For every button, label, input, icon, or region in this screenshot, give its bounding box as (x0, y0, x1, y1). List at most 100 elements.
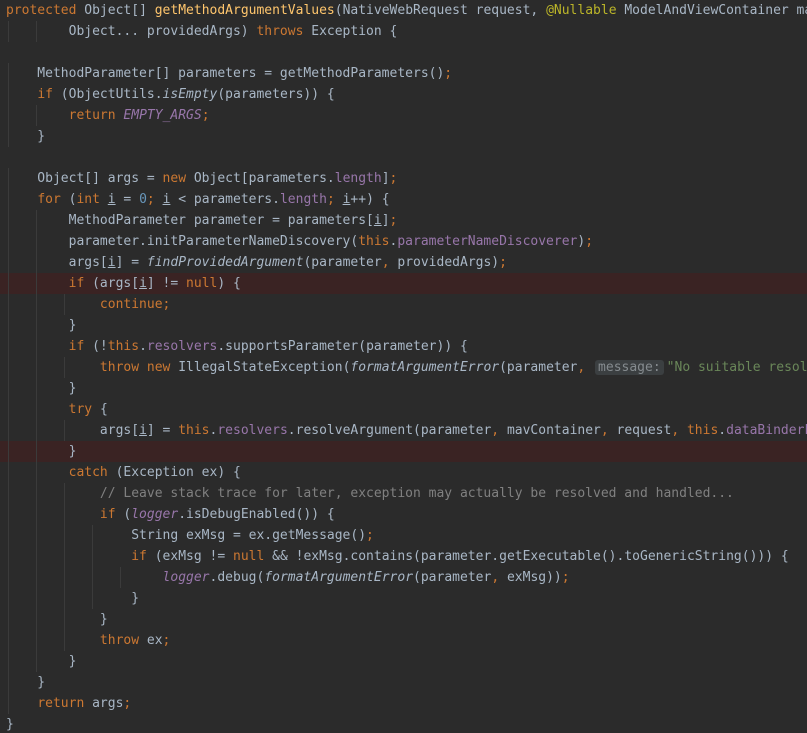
code-token: request (616, 423, 672, 438)
code-line[interactable]: continue; (0, 294, 807, 315)
code-line[interactable]: if (logger.isDebugEnabled()) { (0, 504, 807, 525)
code-token: ; (162, 633, 171, 648)
code-line[interactable] (0, 42, 807, 63)
code-line[interactable]: } (0, 651, 807, 672)
code-line[interactable]: } (0, 126, 807, 147)
code-token: && !exMsg.contains(parameter.getExecutab… (272, 549, 789, 564)
code-token: ] (381, 171, 390, 186)
code-token: String exMsg = ex.getMessage() (6, 528, 367, 543)
code-token: Object[] args = (6, 171, 163, 186)
code-line[interactable]: } (0, 609, 807, 630)
code-line[interactable]: logger.debug(formatArgumentError(paramet… (0, 567, 807, 588)
code-text: } (0, 129, 45, 144)
code-line[interactable]: // Leave stack trace for later, exceptio… (0, 483, 807, 504)
code-token: IllegalStateException( (178, 360, 351, 375)
code-line[interactable]: if (args[i] != null) { (0, 273, 807, 294)
code-token: ; (389, 171, 398, 186)
code-text: } (0, 591, 139, 606)
code-token: resolvers (146, 339, 218, 354)
code-token: ++) { (350, 192, 390, 207)
code-line[interactable]: return EMPTY_ARGS; (0, 105, 807, 126)
code-token: mavContainer (506, 423, 601, 438)
code-line[interactable]: args[i] = findProvidedArgument(parameter… (0, 252, 807, 273)
code-token: for (37, 192, 69, 207)
code-token: throws (256, 24, 312, 39)
code-token: (ObjectUtils. (60, 87, 163, 102)
code-token: isEmpty (162, 87, 218, 102)
code-token: if (37, 87, 61, 102)
code-text: } (0, 654, 77, 669)
code-token: return (68, 108, 124, 123)
code-line[interactable]: for (int i = 0; i < parameters.length; i… (0, 189, 807, 210)
code-token: ] = (146, 423, 179, 438)
code-text: if (logger.isDebugEnabled()) { (0, 507, 335, 522)
code-token: , (381, 255, 398, 270)
code-line[interactable]: return args; (0, 693, 807, 714)
code-text: catch (Exception ex) { (0, 465, 241, 480)
code-token: (Exception ex) { (115, 465, 241, 480)
code-line[interactable]: throw new IllegalStateException(formatAr… (0, 357, 807, 378)
code-token: null (186, 276, 218, 291)
code-token: } (6, 318, 77, 333)
code-line[interactable]: if (exMsg != null && !exMsg.contains(par… (0, 546, 807, 567)
code-token: ; (146, 192, 163, 207)
code-token: (parameter (499, 360, 578, 375)
code-line[interactable]: args[i] = this. resolvers.resolveArgument… (0, 420, 807, 441)
code-line[interactable]: if (!this.resolvers.supportsParameter(pa… (0, 336, 807, 357)
code-token: ; (123, 696, 132, 711)
code-line[interactable]: } (0, 588, 807, 609)
code-line[interactable]: MethodParameter parameter = parameters[i… (0, 210, 807, 231)
code-line[interactable]: Object... providedArgs) throws Exception… (0, 21, 807, 42)
code-line[interactable]: Object[] args = new Object[parameters.le… (0, 168, 807, 189)
code-token: i (373, 213, 382, 228)
code-line[interactable] (0, 147, 807, 168)
code-line[interactable]: String exMsg = ex.getMessage(); (0, 525, 807, 546)
code-token: catch (68, 465, 116, 480)
code-line[interactable]: MethodParameter[] parameters = getMethod… (0, 63, 807, 84)
parameter-hint: message: (595, 360, 664, 375)
code-token: ; (326, 192, 343, 207)
code-line[interactable]: throw ex; (0, 630, 807, 651)
code-token: args[ (6, 423, 140, 438)
code-token: . (718, 423, 727, 438)
code-token: length (279, 192, 327, 207)
code-token: logger (131, 507, 179, 522)
code-line[interactable]: } (0, 441, 807, 462)
code-line[interactable]: } (0, 315, 807, 336)
code-token: 0 (139, 192, 147, 207)
code-token: formatArgumentError (350, 360, 500, 375)
code-token: .debug( (209, 570, 265, 585)
code-token: EMPTY_ARGS (123, 108, 202, 123)
code-line[interactable]: if (ObjectUtils.isEmpty(parameters)) { (0, 84, 807, 105)
code-token: .supportsParameter(parameter)) { (217, 339, 468, 354)
code-line[interactable]: } (0, 672, 807, 693)
code-line[interactable]: try { (0, 399, 807, 420)
code-line[interactable]: parameter.initParameterNameDiscovery(thi… (0, 231, 807, 252)
code-token: } (6, 654, 77, 669)
code-line[interactable]: protected Object[] getMethodArgumentValu… (0, 0, 807, 21)
code-line[interactable]: } (0, 378, 807, 399)
code-token: = (115, 192, 140, 207)
code-token: Object[] (84, 3, 155, 18)
code-text: return EMPTY_ARGS; (0, 108, 210, 123)
code-line[interactable]: } (0, 714, 807, 733)
code-token: .isDebugEnabled()) { (178, 507, 335, 522)
code-editor[interactable]: protected Object[] getMethodArgumentValu… (0, 0, 807, 733)
code-token: i (139, 276, 147, 291)
code-token: try (68, 402, 100, 417)
code-text: for (int i = 0; i < parameters.length; i… (0, 192, 390, 207)
code-text: } (0, 318, 77, 333)
code-text: MethodParameter parameter = parameters[i… (0, 213, 398, 228)
code-token: ; (366, 528, 374, 543)
code-token: ; (389, 213, 398, 228)
code-line[interactable]: catch (Exception ex) { (0, 462, 807, 483)
code-token: ] (381, 213, 390, 228)
code-token: getMethodArgumentValues (154, 3, 335, 18)
